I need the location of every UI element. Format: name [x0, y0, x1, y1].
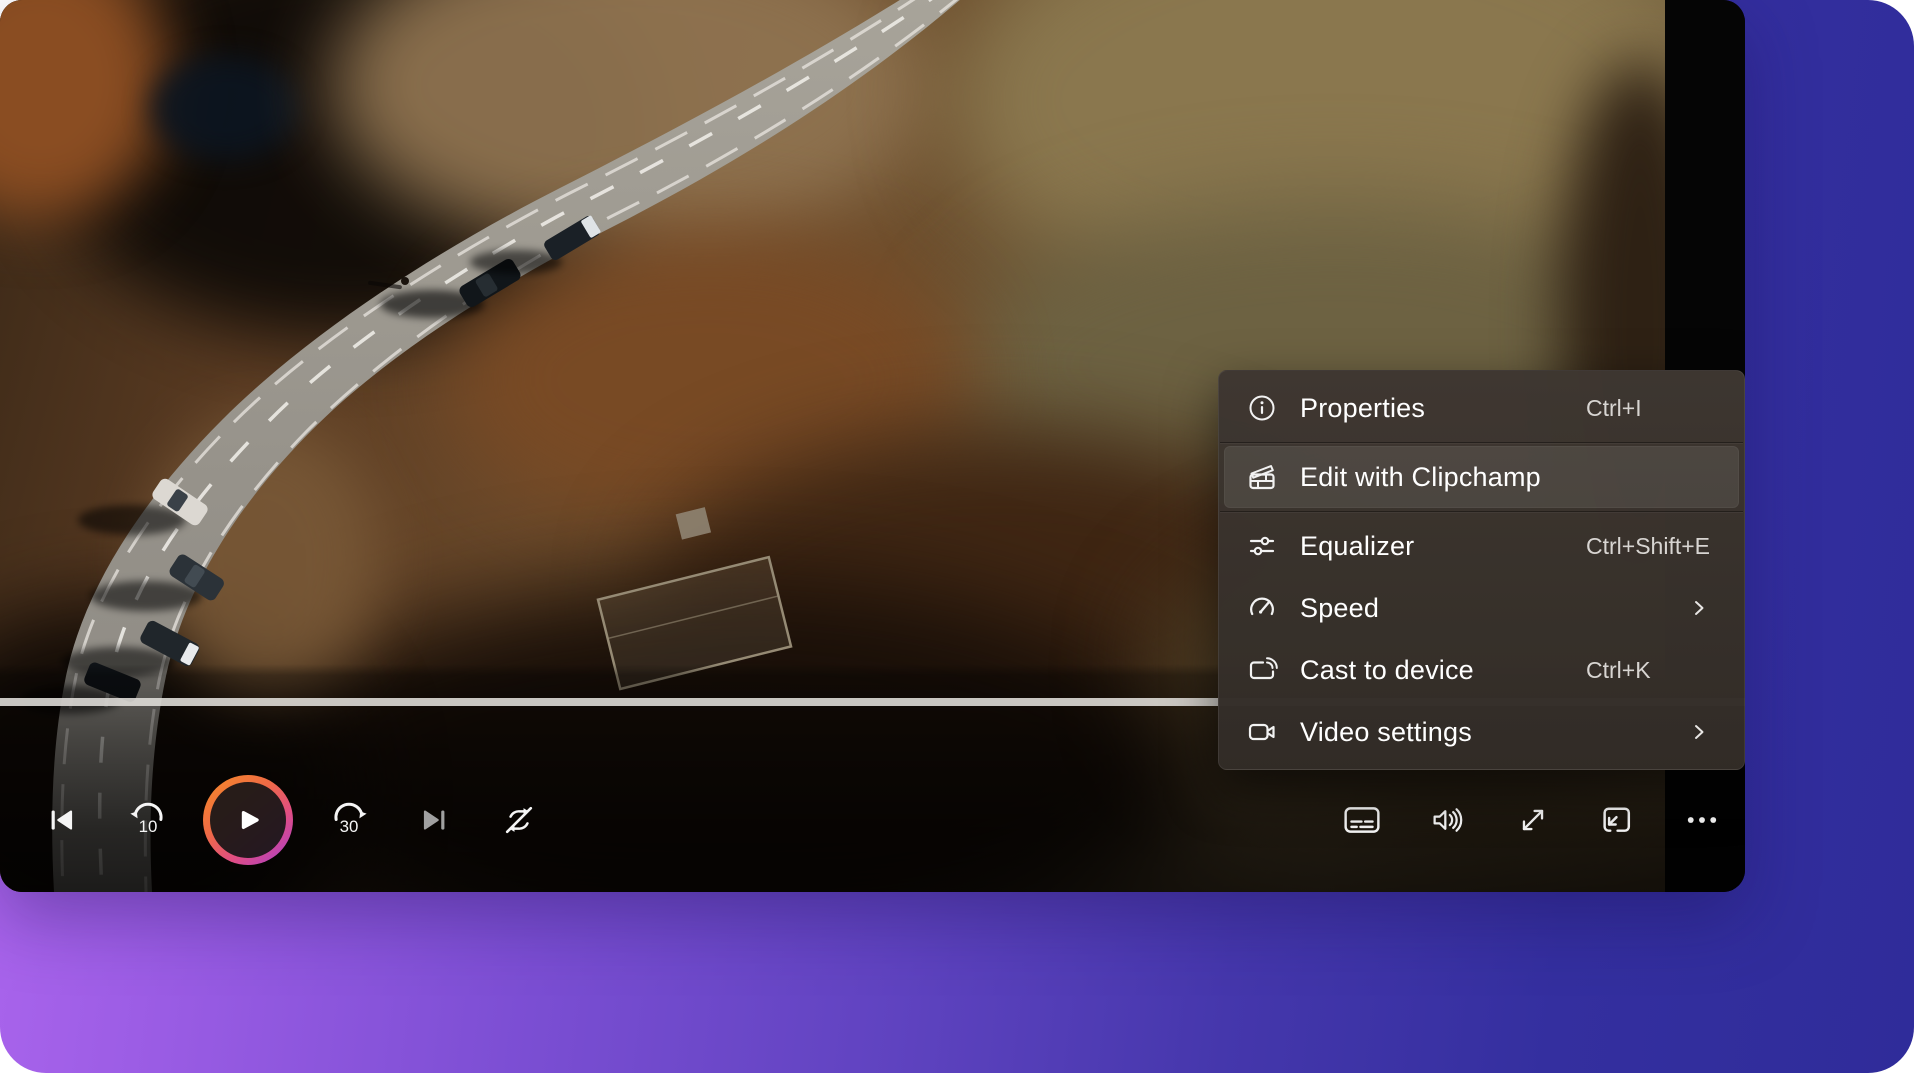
skip-forward-button[interactable]: [406, 792, 462, 848]
menu-separator: [1220, 442, 1743, 443]
skip-back-icon: [45, 803, 79, 837]
stone-ruins: [583, 495, 792, 689]
menu-item-label: Equalizer: [1300, 531, 1414, 562]
screenshot-stage: 10 30: [0, 0, 1920, 1080]
play-button-inner: [210, 782, 286, 858]
person: [401, 277, 409, 285]
rewind-10-button[interactable]: 10: [120, 792, 176, 848]
info-icon: [1224, 393, 1300, 423]
menu-item-speed[interactable]: Speed: [1224, 577, 1739, 639]
skip-forward-icon: [417, 803, 451, 837]
volume-icon: [1429, 802, 1465, 838]
video-camera-icon: [1224, 716, 1300, 748]
menu-item-label: Edit with Clipchamp: [1300, 462, 1541, 493]
menu-item-label: Properties: [1300, 393, 1425, 424]
cast-icon: [1224, 654, 1300, 686]
repeat-off-button[interactable]: [491, 792, 547, 848]
svg-text:30: 30: [340, 817, 359, 836]
mini-player-button[interactable]: [1589, 792, 1645, 848]
menu-item-label: Speed: [1300, 593, 1379, 624]
menu-item-shortcut: Ctrl+Shift+E: [1586, 533, 1710, 560]
forward-30-icon: 30: [329, 800, 369, 840]
subtitles-icon: [1343, 804, 1381, 836]
more-options-button[interactable]: [1674, 792, 1730, 848]
submenu-chevron-icon: [1689, 722, 1709, 742]
menu-item-shortcut: Ctrl+K: [1586, 657, 1651, 684]
context-menu: Properties Ctrl+I Edit with Clipchamp: [1218, 370, 1745, 770]
play-icon: [230, 802, 266, 838]
menu-item-edit-with-clipchamp[interactable]: Edit with Clipchamp: [1224, 446, 1739, 508]
speed-icon: [1224, 593, 1300, 623]
menu-item-label: Video settings: [1300, 717, 1472, 748]
equalizer-icon: [1224, 531, 1300, 561]
forward-30-button[interactable]: 30: [321, 792, 377, 848]
media-player-window: 10 30: [0, 0, 1745, 892]
svg-text:10: 10: [139, 817, 158, 836]
fullscreen-icon: [1516, 803, 1550, 837]
fullscreen-button[interactable]: [1505, 792, 1561, 848]
menu-item-equalizer[interactable]: Equalizer Ctrl+Shift+E: [1224, 515, 1739, 577]
mini-player-icon: [1599, 802, 1635, 838]
menu-item-properties[interactable]: Properties Ctrl+I: [1224, 377, 1739, 439]
menu-item-cast-to-device[interactable]: Cast to device Ctrl+K: [1224, 639, 1739, 701]
menu-separator: [1220, 511, 1743, 512]
volume-button[interactable]: [1419, 792, 1475, 848]
submenu-chevron-icon: [1689, 598, 1709, 618]
menu-item-video-settings[interactable]: Video settings: [1224, 701, 1739, 763]
repeat-off-icon: [501, 802, 537, 838]
menu-item-label: Cast to device: [1300, 655, 1474, 686]
menu-item-shortcut: Ctrl+I: [1586, 395, 1642, 422]
skip-back-button[interactable]: [34, 792, 90, 848]
play-button[interactable]: [203, 775, 293, 865]
clapperboard-icon: [1224, 461, 1300, 493]
rewind-10-icon: 10: [128, 800, 168, 840]
subtitles-button[interactable]: [1334, 792, 1390, 848]
more-icon: [1684, 802, 1720, 838]
